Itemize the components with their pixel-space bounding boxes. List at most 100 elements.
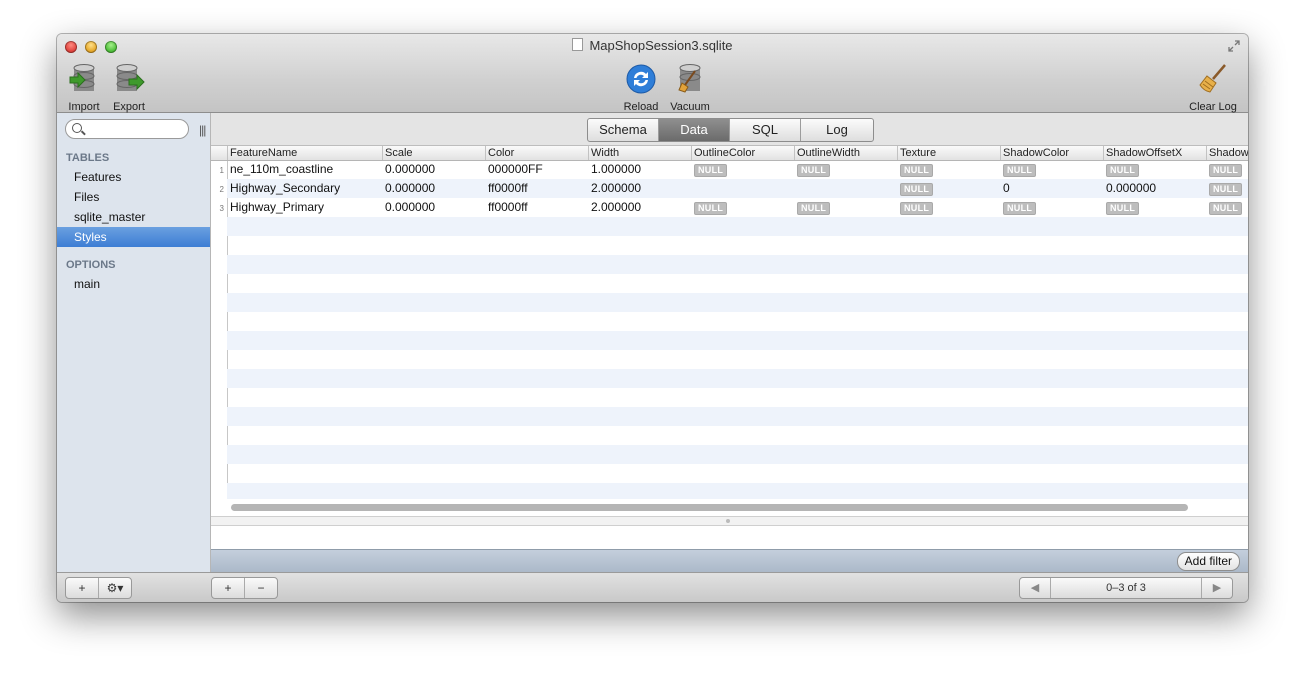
sidebar-item-main[interactable]: main — [57, 274, 210, 294]
table-cell[interactable] — [797, 179, 896, 198]
search-icon — [72, 123, 82, 133]
add-filter-button[interactable]: Add filter — [1176, 552, 1240, 571]
sidebar-item-features[interactable]: Features — [57, 167, 210, 187]
tab-log[interactable]: Log — [801, 119, 873, 141]
table-cell[interactable]: 000000FF — [488, 160, 587, 179]
tab-schema[interactable]: Schema — [588, 119, 659, 141]
table-cell[interactable]: NULL — [1209, 179, 1248, 198]
table-cell[interactable]: NULL — [1003, 198, 1102, 217]
table-cell[interactable]: NULL — [900, 160, 999, 179]
table-cell[interactable] — [694, 179, 793, 198]
search-input[interactable] — [86, 121, 184, 137]
null-badge: NULL — [1209, 183, 1243, 196]
table-cell[interactable]: 2.000000 — [591, 198, 690, 217]
sidebar-item-styles[interactable]: Styles — [57, 227, 210, 247]
null-badge: NULL — [1003, 202, 1037, 215]
column-header-outlinecolor[interactable]: OutlineColor — [691, 146, 793, 160]
database-export-icon — [116, 64, 145, 91]
table-cell[interactable]: NULL — [797, 160, 896, 179]
table-cell[interactable]: NULL — [1106, 198, 1205, 217]
column-header-featurename[interactable]: FeatureName — [227, 146, 381, 160]
clear-log-label: Clear Log — [1189, 101, 1237, 113]
grid-header: FeatureName Scale Color Width OutlineCol… — [211, 146, 1248, 161]
row-stripe — [227, 426, 1248, 445]
table-cell[interactable]: NULL — [1209, 160, 1248, 179]
column-header-width[interactable]: Width — [588, 146, 690, 160]
column-header-texture[interactable]: Texture — [897, 146, 999, 160]
search-field[interactable] — [65, 119, 189, 139]
pane-splitter[interactable] — [211, 516, 1248, 526]
table-cell[interactable]: NULL — [797, 198, 896, 217]
tab-data[interactable]: Data — [659, 119, 730, 141]
column-header-outlinewidth[interactable]: OutlineWidth — [794, 146, 896, 160]
null-badge: NULL — [694, 164, 728, 177]
add-row-button[interactable]: + — [212, 578, 245, 598]
vacuum-button[interactable]: Vacuum — [667, 63, 713, 113]
table-cell[interactable]: 0.000000 — [385, 160, 484, 179]
table-cell[interactable]: NULL — [694, 160, 793, 179]
table-cell[interactable]: 1.000000 — [591, 160, 690, 179]
row-stripe — [227, 445, 1248, 464]
table-cell[interactable]: NULL — [1209, 198, 1248, 217]
row-stripe — [227, 388, 1248, 407]
row-stripe — [227, 407, 1248, 426]
table-cell[interactable]: 0.000000 — [385, 179, 484, 198]
pager: ◀ 0–3 of 3 ▶ — [1019, 577, 1233, 599]
column-header-scale[interactable]: Scale — [382, 146, 484, 160]
row-stripe — [227, 369, 1248, 388]
table-cell[interactable]: 0.000000 — [1106, 179, 1205, 198]
table-cell[interactable]: Highway_Secondary — [230, 179, 380, 198]
table-cell[interactable]: Highway_Primary — [230, 198, 380, 217]
table-cell[interactable]: NULL — [1106, 160, 1205, 179]
add-table-button[interactable]: + — [66, 578, 99, 598]
table-cell[interactable]: ne_110m_coastline — [230, 160, 380, 179]
table-cell[interactable]: NULL — [900, 198, 999, 217]
column-header-color[interactable]: Color — [485, 146, 587, 160]
row-stripe — [227, 312, 1248, 331]
database-import-icon — [69, 64, 95, 91]
null-badge: NULL — [900, 183, 934, 196]
export-label: Export — [113, 101, 145, 113]
table-cell[interactable]: 0 — [1003, 179, 1102, 198]
window-title: MapShopSession3.sqlite — [57, 38, 1248, 53]
filter-bar: Add filter — [211, 549, 1248, 573]
export-button[interactable]: Export — [110, 63, 148, 113]
null-badge: NULL — [900, 164, 934, 177]
null-badge: NULL — [1003, 164, 1037, 177]
app-window: MapShopSession3.sqlite Import Export Rel… — [57, 34, 1248, 602]
previous-page-button[interactable]: ◀ — [1020, 578, 1051, 598]
table-cell[interactable]: ff0000ff — [488, 198, 587, 217]
tab-sql[interactable]: SQL — [730, 119, 801, 141]
tables-heading: TABLES — [66, 152, 110, 164]
vacuum-label: Vacuum — [670, 101, 710, 113]
table-cell[interactable]: NULL — [1003, 160, 1102, 179]
table-cell[interactable]: 2.000000 — [591, 179, 690, 198]
row-stripe — [227, 293, 1248, 312]
fullscreen-icon[interactable] — [1228, 40, 1240, 52]
table-gear-menu-button[interactable]: ⚙▾ — [99, 578, 131, 598]
column-header-shadowoffsetx[interactable]: ShadowOffsetX — [1103, 146, 1205, 160]
import-label: Import — [68, 101, 100, 113]
remove-row-button[interactable]: − — [245, 578, 277, 598]
table-cell[interactable]: ff0000ff — [488, 179, 587, 198]
broom-icon — [1199, 64, 1226, 93]
sidebar: ||| TABLES Features Files sqlite_master … — [57, 113, 211, 572]
main-panel: Schema Data SQL Log FeatureName Scale Co… — [211, 113, 1248, 573]
table-cell[interactable]: NULL — [900, 179, 999, 198]
table-cell[interactable]: NULL — [694, 198, 793, 217]
reload-button[interactable]: Reload — [621, 63, 661, 113]
clear-log-button[interactable]: Clear Log — [1185, 63, 1241, 113]
document-icon — [572, 38, 584, 51]
bottom-bar: + ⚙▾ + − ◀ 0–3 of 3 ▶ — [57, 572, 1248, 602]
sidebar-item-files[interactable]: Files — [57, 187, 210, 207]
null-badge: NULL — [797, 202, 831, 215]
import-button[interactable]: Import — [65, 63, 103, 113]
next-page-button[interactable]: ▶ — [1201, 578, 1232, 598]
sidebar-resize-handle[interactable]: ||| — [199, 123, 206, 137]
horizontal-scrollbar[interactable] — [231, 504, 1188, 511]
null-badge: NULL — [694, 202, 728, 215]
sidebar-item-sqlite-master[interactable]: sqlite_master — [57, 207, 210, 227]
column-header-shadow[interactable]: Shadow — [1206, 146, 1248, 160]
column-header-shadowcolor[interactable]: ShadowColor — [1000, 146, 1102, 160]
table-cell[interactable]: 0.000000 — [385, 198, 484, 217]
